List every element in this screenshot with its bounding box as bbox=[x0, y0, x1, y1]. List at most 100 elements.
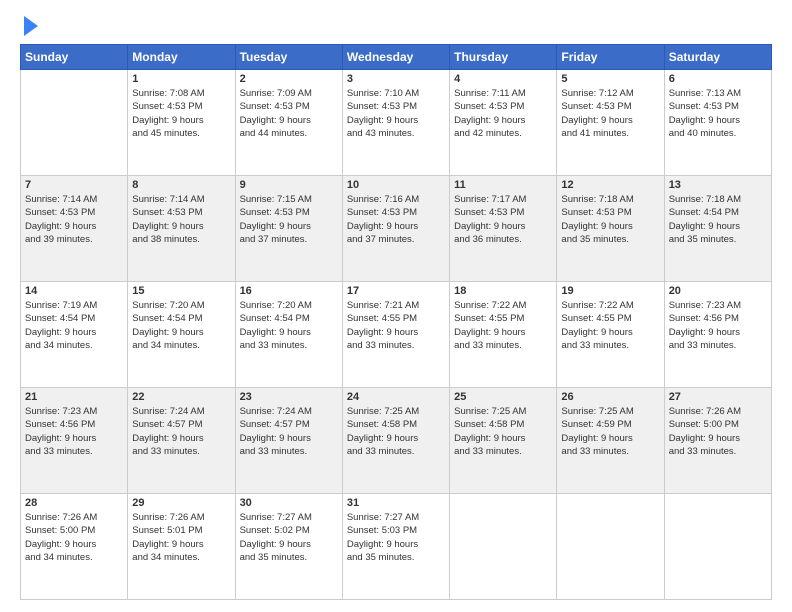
day-number: 15 bbox=[132, 285, 230, 297]
calendar-row: 1Sunrise: 7:08 AMSunset: 4:53 PMDaylight… bbox=[21, 70, 772, 176]
logo-arrow-icon bbox=[24, 16, 38, 36]
calendar-cell: 2Sunrise: 7:09 AMSunset: 4:53 PMDaylight… bbox=[235, 70, 342, 176]
day-number: 12 bbox=[561, 179, 659, 191]
day-number: 28 bbox=[25, 497, 123, 509]
cell-content: Sunrise: 7:13 AMSunset: 4:53 PMDaylight:… bbox=[669, 87, 767, 140]
day-number: 11 bbox=[454, 179, 552, 191]
page: SundayMondayTuesdayWednesdayThursdayFrid… bbox=[0, 0, 792, 612]
day-number: 5 bbox=[561, 73, 659, 85]
cell-content: Sunrise: 7:19 AMSunset: 4:54 PMDaylight:… bbox=[25, 299, 123, 352]
cell-content: Sunrise: 7:27 AMSunset: 5:03 PMDaylight:… bbox=[347, 511, 445, 564]
calendar-cell: 17 Sunrise: 7:21 AMSunset: 4:55 PMDayligh… bbox=[342, 282, 449, 388]
calendar-cell: 5 Sunrise: 7:12 AMSunset: 4:53 PMDaylight… bbox=[557, 70, 664, 176]
calendar-cell: 20 Sunrise: 7:23 AMSunset: 4:56 PMDayligh… bbox=[664, 282, 771, 388]
cell-content: Sunrise: 7:25 AMSunset: 4:58 PMDaylight:… bbox=[347, 405, 445, 458]
day-number: 9 bbox=[240, 179, 338, 191]
calendar-cell: 8 Sunrise: 7:14 AMSunset: 4:53 PMDaylight… bbox=[128, 176, 235, 282]
calendar-cell: 12 Sunrise: 7:18 AMSunset: 4:53 PMDayligh… bbox=[557, 176, 664, 282]
calendar-cell: 31 Sunrise: 7:27 AMSunset: 5:03 PMDayligh… bbox=[342, 494, 449, 600]
calendar-cell bbox=[450, 494, 557, 600]
calendar-cell: 18 Sunrise: 7:22 AMSunset: 4:55 PMDayligh… bbox=[450, 282, 557, 388]
day-number: 23 bbox=[240, 391, 338, 403]
calendar-cell: 24Sunrise: 7:25 AMSunset: 4:58 PMDayligh… bbox=[342, 388, 449, 494]
calendar-cell bbox=[21, 70, 128, 176]
calendar-cell: 26 Sunrise: 7:25 AMSunset: 4:59 PMDayligh… bbox=[557, 388, 664, 494]
day-number: 6 bbox=[669, 73, 767, 85]
cell-content: Sunrise: 7:15 AMSunset: 4:53 PMDaylight:… bbox=[240, 193, 338, 246]
day-header-sunday: Sunday bbox=[21, 45, 128, 70]
cell-content: Sunrise: 7:20 AMSunset: 4:54 PMDaylight:… bbox=[132, 299, 230, 352]
cell-content: Sunrise: 7:26 AMSunset: 5:00 PMDaylight:… bbox=[25, 511, 123, 564]
calendar-row: 28 Sunrise: 7:26 AMSunset: 5:00 PMDayligh… bbox=[21, 494, 772, 600]
calendar-header-row: SundayMondayTuesdayWednesdayThursdayFrid… bbox=[21, 45, 772, 70]
cell-content: Sunrise: 7:12 AMSunset: 4:53 PMDaylight:… bbox=[561, 87, 659, 140]
cell-content: Sunrise: 7:09 AMSunset: 4:53 PMDaylight:… bbox=[240, 87, 338, 140]
cell-content: Sunrise: 7:14 AMSunset: 4:53 PMDaylight:… bbox=[132, 193, 230, 246]
day-number: 16 bbox=[240, 285, 338, 297]
calendar-cell: 9 Sunrise: 7:15 AMSunset: 4:53 PMDaylight… bbox=[235, 176, 342, 282]
cell-content: Sunrise: 7:16 AMSunset: 4:53 PMDaylight:… bbox=[347, 193, 445, 246]
day-header-thursday: Thursday bbox=[450, 45, 557, 70]
cell-content: Sunrise: 7:24 AMSunset: 4:57 PMDaylight:… bbox=[240, 405, 338, 458]
day-number: 20 bbox=[669, 285, 767, 297]
calendar-cell: 19Sunrise: 7:22 AMSunset: 4:55 PMDayligh… bbox=[557, 282, 664, 388]
cell-content: Sunrise: 7:11 AMSunset: 4:53 PMDaylight:… bbox=[454, 87, 552, 140]
day-number: 18 bbox=[454, 285, 552, 297]
calendar-cell: 30 Sunrise: 7:27 AMSunset: 5:02 PMDayligh… bbox=[235, 494, 342, 600]
cell-content: Sunrise: 7:26 AMSunset: 5:01 PMDaylight:… bbox=[132, 511, 230, 564]
calendar-cell: 13 Sunrise: 7:18 AMSunset: 4:54 PMDayligh… bbox=[664, 176, 771, 282]
calendar-cell: 1Sunrise: 7:08 AMSunset: 4:53 PMDaylight… bbox=[128, 70, 235, 176]
calendar-cell: 22 Sunrise: 7:24 AMSunset: 4:57 PMDayligh… bbox=[128, 388, 235, 494]
cell-content: Sunrise: 7:27 AMSunset: 5:02 PMDaylight:… bbox=[240, 511, 338, 564]
cell-content: Sunrise: 7:18 AMSunset: 4:53 PMDaylight:… bbox=[561, 193, 659, 246]
cell-content: Sunrise: 7:21 AMSunset: 4:55 PMDaylight:… bbox=[347, 299, 445, 352]
calendar-cell: 23 Sunrise: 7:24 AMSunset: 4:57 PMDayligh… bbox=[235, 388, 342, 494]
cell-content: Sunrise: 7:22 AMSunset: 4:55 PMDaylight:… bbox=[454, 299, 552, 352]
day-number: 17 bbox=[347, 285, 445, 297]
day-number: 25 bbox=[454, 391, 552, 403]
calendar-cell: 14 Sunrise: 7:19 AMSunset: 4:54 PMDayligh… bbox=[21, 282, 128, 388]
calendar-cell: 21 Sunrise: 7:23 AMSunset: 4:56 PMDayligh… bbox=[21, 388, 128, 494]
cell-content: Sunrise: 7:10 AMSunset: 4:53 PMDaylight:… bbox=[347, 87, 445, 140]
day-number: 29 bbox=[132, 497, 230, 509]
cell-content: Sunrise: 7:18 AMSunset: 4:54 PMDaylight:… bbox=[669, 193, 767, 246]
calendar-cell: 4Sunrise: 7:11 AMSunset: 4:53 PMDaylight… bbox=[450, 70, 557, 176]
calendar-row: 14 Sunrise: 7:19 AMSunset: 4:54 PMDayligh… bbox=[21, 282, 772, 388]
header bbox=[20, 18, 772, 36]
day-number: 30 bbox=[240, 497, 338, 509]
day-number: 21 bbox=[25, 391, 123, 403]
cell-content: Sunrise: 7:24 AMSunset: 4:57 PMDaylight:… bbox=[132, 405, 230, 458]
cell-content: Sunrise: 7:26 AMSunset: 5:00 PMDaylight:… bbox=[669, 405, 767, 458]
logo bbox=[20, 18, 38, 36]
day-header-saturday: Saturday bbox=[664, 45, 771, 70]
day-number: 22 bbox=[132, 391, 230, 403]
day-header-friday: Friday bbox=[557, 45, 664, 70]
calendar-cell: 15 Sunrise: 7:20 AMSunset: 4:54 PMDayligh… bbox=[128, 282, 235, 388]
calendar-cell: 7Sunrise: 7:14 AMSunset: 4:53 PMDaylight… bbox=[21, 176, 128, 282]
cell-content: Sunrise: 7:20 AMSunset: 4:54 PMDaylight:… bbox=[240, 299, 338, 352]
day-header-tuesday: Tuesday bbox=[235, 45, 342, 70]
cell-content: Sunrise: 7:23 AMSunset: 4:56 PMDaylight:… bbox=[669, 299, 767, 352]
calendar-cell: 6 Sunrise: 7:13 AMSunset: 4:53 PMDaylight… bbox=[664, 70, 771, 176]
day-number: 19 bbox=[561, 285, 659, 297]
cell-content: Sunrise: 7:23 AMSunset: 4:56 PMDaylight:… bbox=[25, 405, 123, 458]
calendar-cell bbox=[664, 494, 771, 600]
calendar-cell: 3 Sunrise: 7:10 AMSunset: 4:53 PMDaylight… bbox=[342, 70, 449, 176]
cell-content: Sunrise: 7:25 AMSunset: 4:58 PMDaylight:… bbox=[454, 405, 552, 458]
calendar-table: SundayMondayTuesdayWednesdayThursdayFrid… bbox=[20, 44, 772, 600]
calendar-row: 7Sunrise: 7:14 AMSunset: 4:53 PMDaylight… bbox=[21, 176, 772, 282]
calendar-cell: 11 Sunrise: 7:17 AMSunset: 4:53 PMDayligh… bbox=[450, 176, 557, 282]
calendar-cell: 25 Sunrise: 7:25 AMSunset: 4:58 PMDayligh… bbox=[450, 388, 557, 494]
day-number: 26 bbox=[561, 391, 659, 403]
day-number: 13 bbox=[669, 179, 767, 191]
calendar-cell: 27Sunrise: 7:26 AMSunset: 5:00 PMDayligh… bbox=[664, 388, 771, 494]
day-number: 1 bbox=[132, 73, 230, 85]
day-number: 14 bbox=[25, 285, 123, 297]
cell-content: Sunrise: 7:25 AMSunset: 4:59 PMDaylight:… bbox=[561, 405, 659, 458]
day-number: 31 bbox=[347, 497, 445, 509]
cell-content: Sunrise: 7:14 AMSunset: 4:53 PMDaylight:… bbox=[25, 193, 123, 246]
day-number: 8 bbox=[132, 179, 230, 191]
calendar-row: 21 Sunrise: 7:23 AMSunset: 4:56 PMDayligh… bbox=[21, 388, 772, 494]
day-number: 3 bbox=[347, 73, 445, 85]
cell-content: Sunrise: 7:17 AMSunset: 4:53 PMDaylight:… bbox=[454, 193, 552, 246]
